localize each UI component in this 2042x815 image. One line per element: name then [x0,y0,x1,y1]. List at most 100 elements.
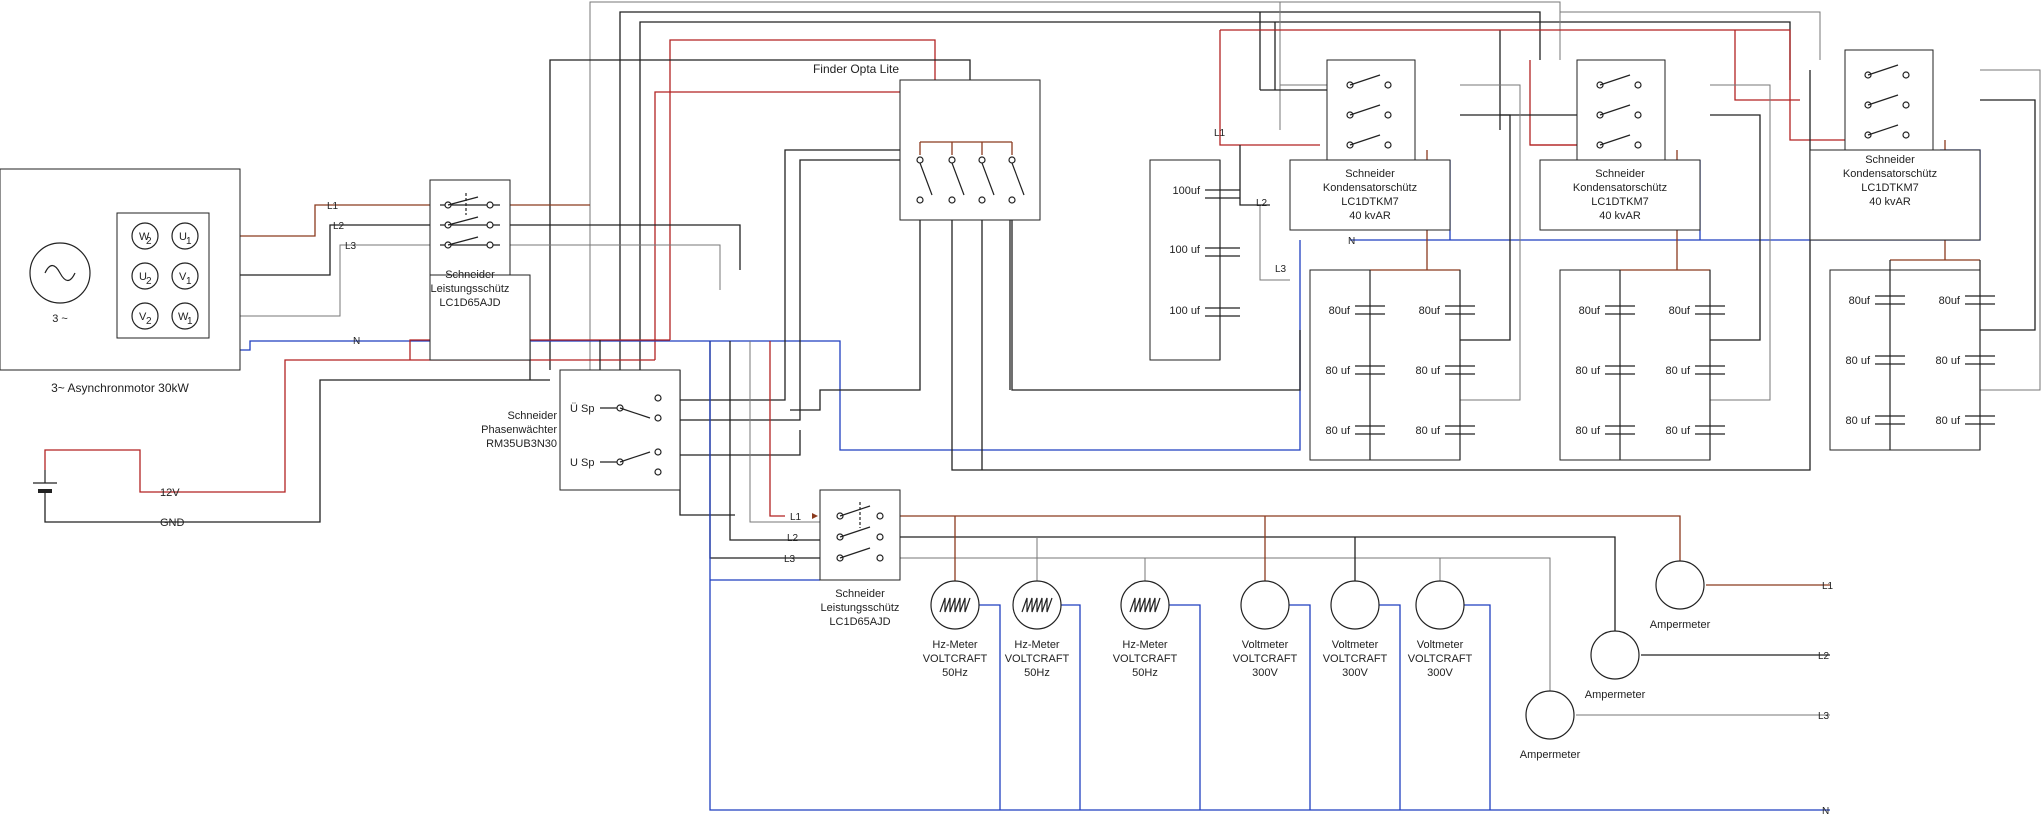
svg-text:300V: 300V [1252,667,1278,679]
meter-contactor-line2: Leistungsschütz [821,602,900,614]
svg-text:80 uf: 80 uf [1416,425,1441,437]
svg-text:80uf: 80uf [1579,305,1601,317]
meter-contactor-line3: LC1D65AJD [829,616,890,628]
svg-text:80 uf: 80 uf [1666,365,1691,377]
svg-text:80 uf: 80 uf [1936,415,1961,427]
ammeter-3 [1525,690,1575,740]
motor-box: 3 ~ [0,168,241,371]
battery-12v-label: 12V [160,487,180,499]
svg-text:1: 1 [187,316,193,327]
output-n: N [1822,806,1829,815]
label-l3: L3 [345,241,357,252]
svg-text:VOLTCRAFT: VOLTCRAFT [1323,653,1388,665]
voltmeter-3 [1415,580,1465,630]
output-l1: L1 [1822,581,1834,592]
phase-monitor-contact1: Ü Sp [570,403,594,415]
svg-text:Hz-Meter: Hz-Meter [932,639,978,651]
relay-box [899,79,1041,221]
svg-text:80uf: 80uf [1329,305,1351,317]
svg-text:50Hz: 50Hz [1024,667,1050,679]
svg-text:80 uf: 80 uf [1846,355,1871,367]
battery-icon [33,470,57,500]
svg-text:300V: 300V [1427,667,1453,679]
svg-text:Schneider: Schneider [1595,168,1645,180]
hz-meter-1 [930,580,980,630]
phase-monitor-contact2: U Sp [570,457,594,469]
svg-text:80 uf: 80 uf [1666,425,1691,437]
svg-text:80 uf: 80 uf [1416,365,1441,377]
svg-text:Kondensatorschütz: Kondensatorschütz [1573,182,1667,194]
ammeter-1 [1655,560,1705,610]
svg-text:100 uf: 100 uf [1169,244,1201,256]
cap1-l2-label: L2 [1256,198,1268,209]
motor-label: 3~ Asynchronmotor 30kW [51,381,189,395]
hz-meter-2 [1012,580,1062,630]
svg-text:VOLTCRAFT: VOLTCRAFT [1233,653,1298,665]
svg-text:1: 1 [186,236,192,247]
cap1-l1-label: L1 [1214,128,1226,139]
svg-text:Hz-Meter: Hz-Meter [1014,639,1060,651]
wiring [44,1,2041,811]
svg-text:50Hz: 50Hz [1132,667,1158,679]
meter-label-l3: L3 [784,554,796,565]
svg-text:LC1DTKM7: LC1DTKM7 [1341,196,1398,208]
svg-text:Schneider: Schneider [1865,154,1915,166]
frequency-icon [1021,597,1053,613]
svg-text:1: 1 [186,276,192,287]
svg-text:80 uf: 80 uf [1576,365,1601,377]
cap1-l3-label: L3 [1275,264,1287,275]
svg-text:LC1DTKM7: LC1DTKM7 [1861,182,1918,194]
svg-text:Kondensatorschütz: Kondensatorschütz [1323,182,1417,194]
main-contactor-line1: Schneider [445,269,495,281]
svg-text:LC1DTKM7: LC1DTKM7 [1591,196,1648,208]
svg-text:80uf: 80uf [1669,305,1691,317]
meter-label-l1: L1 [790,512,802,523]
cap-contactor-3 [1809,49,1981,241]
svg-text:80 uf: 80 uf [1576,425,1601,437]
output-l2: L2 [1818,651,1830,662]
voltmeter-1 [1240,580,1290,630]
frequency-icon [939,597,971,613]
svg-text:2: 2 [146,276,152,287]
svg-text:40 kvAR: 40 kvAR [1349,210,1391,222]
ammeter-1-label: Ampermeter [1650,619,1711,631]
meter-labels: Hz-Meter VOLTCRAFT 50Hz Hz-Meter VOLTCRA… [923,639,1473,679]
frequency-icon [1129,597,1161,613]
svg-text:VOLTCRAFT: VOLTCRAFT [1408,653,1473,665]
main-contactor-line3: LC1D65AJD [439,297,500,309]
svg-text:Voltmeter: Voltmeter [1332,639,1379,651]
phase-monitor-line3: RM35UB3N30 [486,438,557,450]
svg-text:300V: 300V [1342,667,1368,679]
svg-text:80uf: 80uf [1419,305,1441,317]
meter-label-l2: L2 [787,533,799,544]
motor-source-label: 3 ~ [52,313,68,325]
label-l1: L1 [327,201,339,212]
svg-text:Schneider: Schneider [1345,168,1395,180]
meter-contactor-line1: Schneider [835,588,885,600]
output-l3: L3 [1818,711,1830,722]
svg-text:VOLTCRAFT: VOLTCRAFT [1005,653,1070,665]
svg-text:Kondensatorschütz: Kondensatorschütz [1843,168,1937,180]
svg-text:100 uf: 100 uf [1169,305,1201,317]
hz-meter-3 [1120,580,1170,630]
schematic-canvas: 3 ~ 3~ Asynchronmotor 30kW W2 U1 U2 V1 V… [0,1,2041,815]
voltmeter-2 [1330,580,1380,630]
meter-contactor [812,489,901,581]
svg-text:Hz-Meter: Hz-Meter [1122,639,1168,651]
main-contactor-line2: Leistungsschütz [431,283,510,295]
battery-gnd-label: GND [160,517,185,529]
phase-monitor [559,369,681,491]
svg-text:80 uf: 80 uf [1326,425,1351,437]
svg-text:80 uf: 80 uf [1936,355,1961,367]
svg-text:100uf: 100uf [1172,185,1200,197]
svg-text:Voltmeter: Voltmeter [1417,639,1464,651]
svg-text:VOLTCRAFT: VOLTCRAFT [1113,653,1178,665]
svg-text:50Hz: 50Hz [942,667,968,679]
svg-text:80uf: 80uf [1849,295,1871,307]
svg-text:40 kvAR: 40 kvAR [1869,196,1911,208]
label-n: N [353,336,360,347]
label-l2: L2 [333,221,345,232]
svg-text:VOLTCRAFT: VOLTCRAFT [923,653,988,665]
ammeter-2 [1590,630,1640,680]
svg-text:2: 2 [146,236,152,247]
